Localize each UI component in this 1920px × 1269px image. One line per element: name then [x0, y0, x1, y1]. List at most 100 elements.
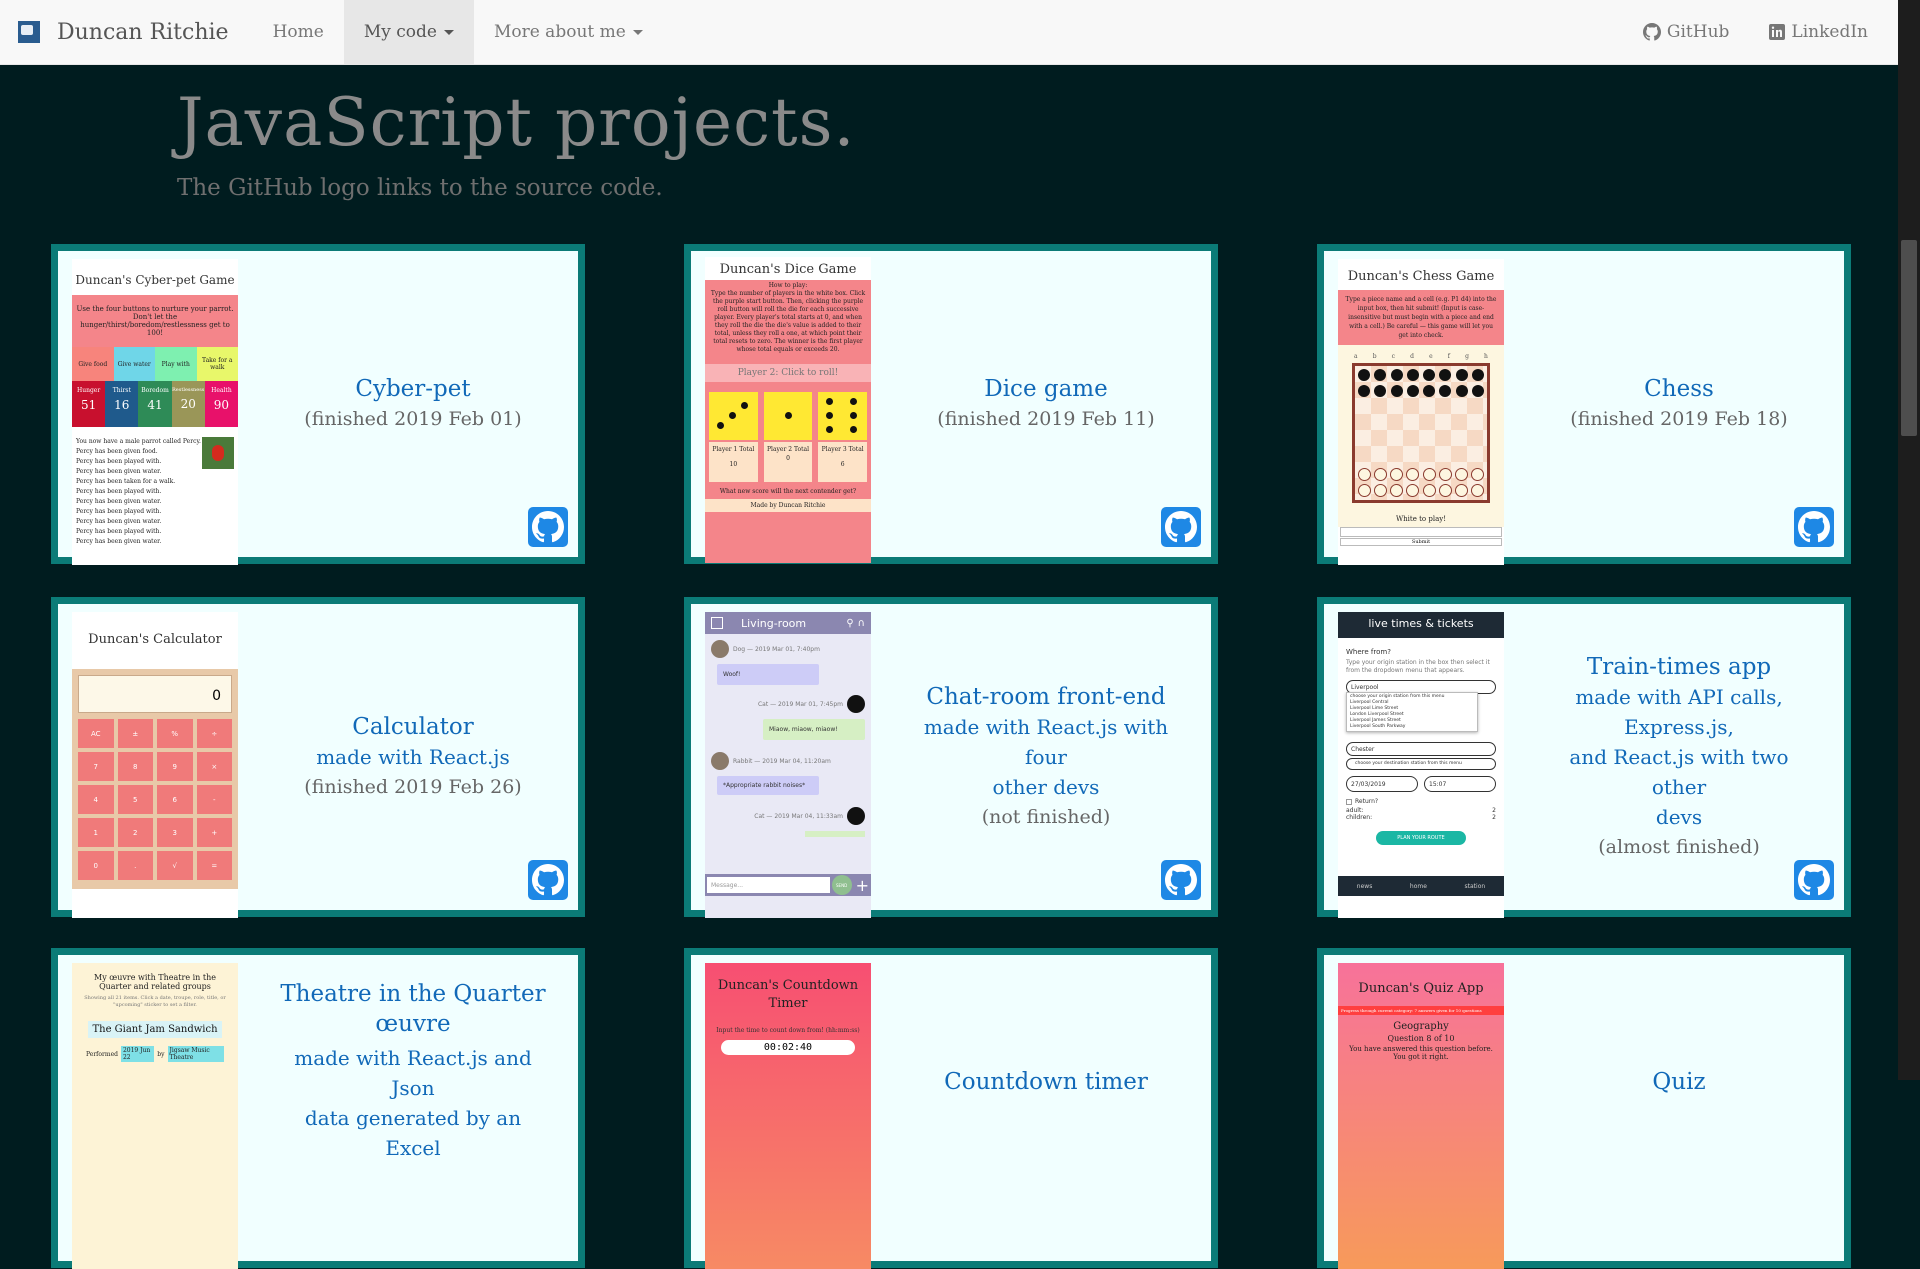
return-checkbox — [1346, 798, 1352, 805]
github-icon — [1165, 864, 1197, 896]
project-screenshot: My œuvre with Theatre in the Quarter and… — [72, 963, 238, 1269]
thumb-question: What new score will the next contender g… — [719, 488, 857, 495]
project-card-dice-game[interactable]: Duncan's Dice Game How to play: Type the… — [684, 244, 1218, 564]
github-source-button[interactable] — [1794, 507, 1834, 547]
scrollbar-track[interactable] — [1898, 0, 1920, 1080]
page-subtitle: The GitHub logo links to the source code… — [177, 175, 663, 201]
page-title: JavaScript projects. — [177, 84, 856, 161]
calc-key: × — [196, 752, 232, 781]
github-icon — [532, 864, 564, 896]
thumb-title: Duncan's Cyber-pet Game — [75, 273, 235, 287]
file-label: c — [1391, 353, 1396, 360]
project-screenshot: Duncan's Countdown Timer Input the time … — [705, 963, 871, 1269]
github-icon — [1798, 864, 1830, 896]
thumb-log: You now have a male parrot called Percy.… — [72, 427, 238, 547]
nav-home[interactable]: Home — [253, 0, 344, 64]
nav-linkedin[interactable]: LinkedIn — [1749, 0, 1888, 64]
project-card-calculator[interactable]: Duncan's Calculator 0 AC ± % ÷ 7 8 9 × 4… — [51, 597, 585, 918]
stat-value: 51 — [80, 398, 97, 412]
project-title[interactable]: Train-times app — [1587, 652, 1771, 682]
project-card-theatre[interactable]: My œuvre with Theatre in the Quarter and… — [51, 948, 585, 1269]
nav-more-label: More about me — [493, 22, 626, 42]
scrollbar-thumb[interactable] — [1901, 240, 1917, 436]
time-input: 15:07 — [1424, 776, 1496, 792]
return-label: Return? — [1355, 798, 1379, 805]
project-title[interactable]: Countdown timer — [944, 1067, 1148, 1097]
headphones-icon: ∩ — [857, 617, 865, 629]
nav-github-label: GitHub — [1666, 22, 1730, 42]
github-source-button[interactable] — [1794, 860, 1834, 900]
calc-key: - — [196, 785, 232, 814]
project-tech: made with API calls, Express.js, — [1575, 685, 1783, 739]
caret-down-icon — [632, 29, 643, 35]
thumb-howto: How to play: — [768, 282, 808, 289]
nav-home-label: Home — [272, 22, 324, 42]
nav-more-about-me[interactable]: More about me — [474, 0, 663, 64]
github-source-button[interactable] — [1161, 507, 1201, 547]
project-status: (finished 2019 Feb 01) — [304, 408, 522, 430]
project-title[interactable]: Chess — [1644, 374, 1714, 404]
project-card-quiz[interactable]: Duncan's Quiz App Progress through curre… — [1317, 948, 1851, 1269]
avatar — [847, 695, 865, 713]
nav-my-code[interactable]: My code — [343, 0, 474, 64]
log-line: Percy has been played with. — [76, 488, 162, 495]
calc-key: 3 — [157, 818, 193, 847]
player-value: 10 — [729, 461, 738, 468]
project-card-chess[interactable]: Duncan's Chess Game Type a piece name an… — [1317, 244, 1851, 565]
calc-key: = — [196, 851, 232, 880]
log-line: Percy has been given water. — [76, 518, 162, 525]
player-value: 0 — [786, 455, 790, 462]
children-count: 2 — [1492, 814, 1496, 821]
stat-label: Boredom — [141, 387, 169, 394]
github-source-button[interactable] — [528, 860, 568, 900]
project-card-chat-room[interactable]: Living-room ⚲ ∩ Dog — 2019 Mar 01, 7:40p… — [684, 597, 1218, 918]
brand-name[interactable]: Duncan Ritchie — [57, 20, 229, 45]
project-title[interactable]: Calculator — [352, 712, 474, 742]
project-screenshot: Living-room ⚲ ∩ Dog — 2019 Mar 01, 7:40p… — [705, 612, 871, 918]
thumb-title: Duncan's Dice Game — [705, 257, 871, 280]
github-source-button[interactable] — [1161, 860, 1201, 900]
file-label: e — [1429, 353, 1433, 360]
nav-my-code-label: My code — [363, 22, 437, 42]
stat-label: Thirst — [112, 387, 131, 394]
project-screenshot: Duncan's Cyber-pet Game Use the four but… — [72, 259, 238, 565]
calc-key: AC — [78, 719, 114, 748]
where-hint: Type your origin station in the box then… — [1346, 659, 1490, 674]
performed-label: Performed — [86, 1050, 118, 1058]
project-info: Quiz — [1514, 955, 1844, 1261]
thumb-header: live times & tickets — [1338, 612, 1504, 638]
project-card-cyber-pet[interactable]: Duncan's Cyber-pet Game Use the four but… — [51, 244, 585, 565]
project-title[interactable]: Quiz — [1652, 1067, 1705, 1097]
project-screenshot: Duncan's Chess Game Type a piece name an… — [1338, 259, 1504, 565]
stat-value: 41 — [147, 398, 163, 412]
quiz-result: You got it right. — [1393, 1053, 1449, 1061]
project-card-countdown[interactable]: Duncan's Countdown Timer Input the time … — [684, 948, 1218, 1269]
project-title[interactable]: Theatre in the Quarter œuvre — [278, 979, 548, 1039]
project-tech: devs — [1655, 805, 1703, 829]
msg-author: Dog — [733, 645, 746, 653]
project-title[interactable]: Chat-room front-end — [926, 682, 1165, 712]
project-tech: made with React.js — [316, 745, 510, 769]
player-label: Player 2 Total — [766, 446, 810, 453]
file-label: d — [1410, 353, 1414, 360]
project-info: Countdown timer — [881, 955, 1211, 1261]
calc-key: 0 — [78, 851, 114, 880]
thumb-title: Duncan's Quiz App — [1358, 981, 1484, 996]
brand-logo-icon[interactable] — [18, 21, 40, 43]
project-title[interactable]: Cyber-pet — [355, 374, 470, 404]
navbar: Duncan Ritchie Home My code More about m… — [0, 0, 1898, 65]
calc-key: 6 — [157, 785, 193, 814]
die-face — [818, 392, 868, 440]
thumb-intro: Use the four buttons to nurture your par… — [72, 295, 238, 347]
project-card-train-times[interactable]: live times & tickets Where from? Type yo… — [1317, 597, 1851, 918]
chess-board[interactable] — [1352, 363, 1490, 503]
github-source-button[interactable] — [528, 507, 568, 547]
msg-author: Cat — [757, 700, 769, 708]
project-tech: made with React.js and Json — [294, 1046, 532, 1100]
nav-github[interactable]: GitHub — [1623, 0, 1750, 64]
project-title[interactable]: Dice game — [984, 374, 1107, 404]
msg-time: — 2019 Mar 04, 11:20am — [754, 757, 831, 765]
quiz-category: Geography — [1393, 1021, 1449, 1032]
calc-key: 9 — [157, 752, 193, 781]
log-line: Percy has been taken for a walk. — [76, 478, 176, 485]
